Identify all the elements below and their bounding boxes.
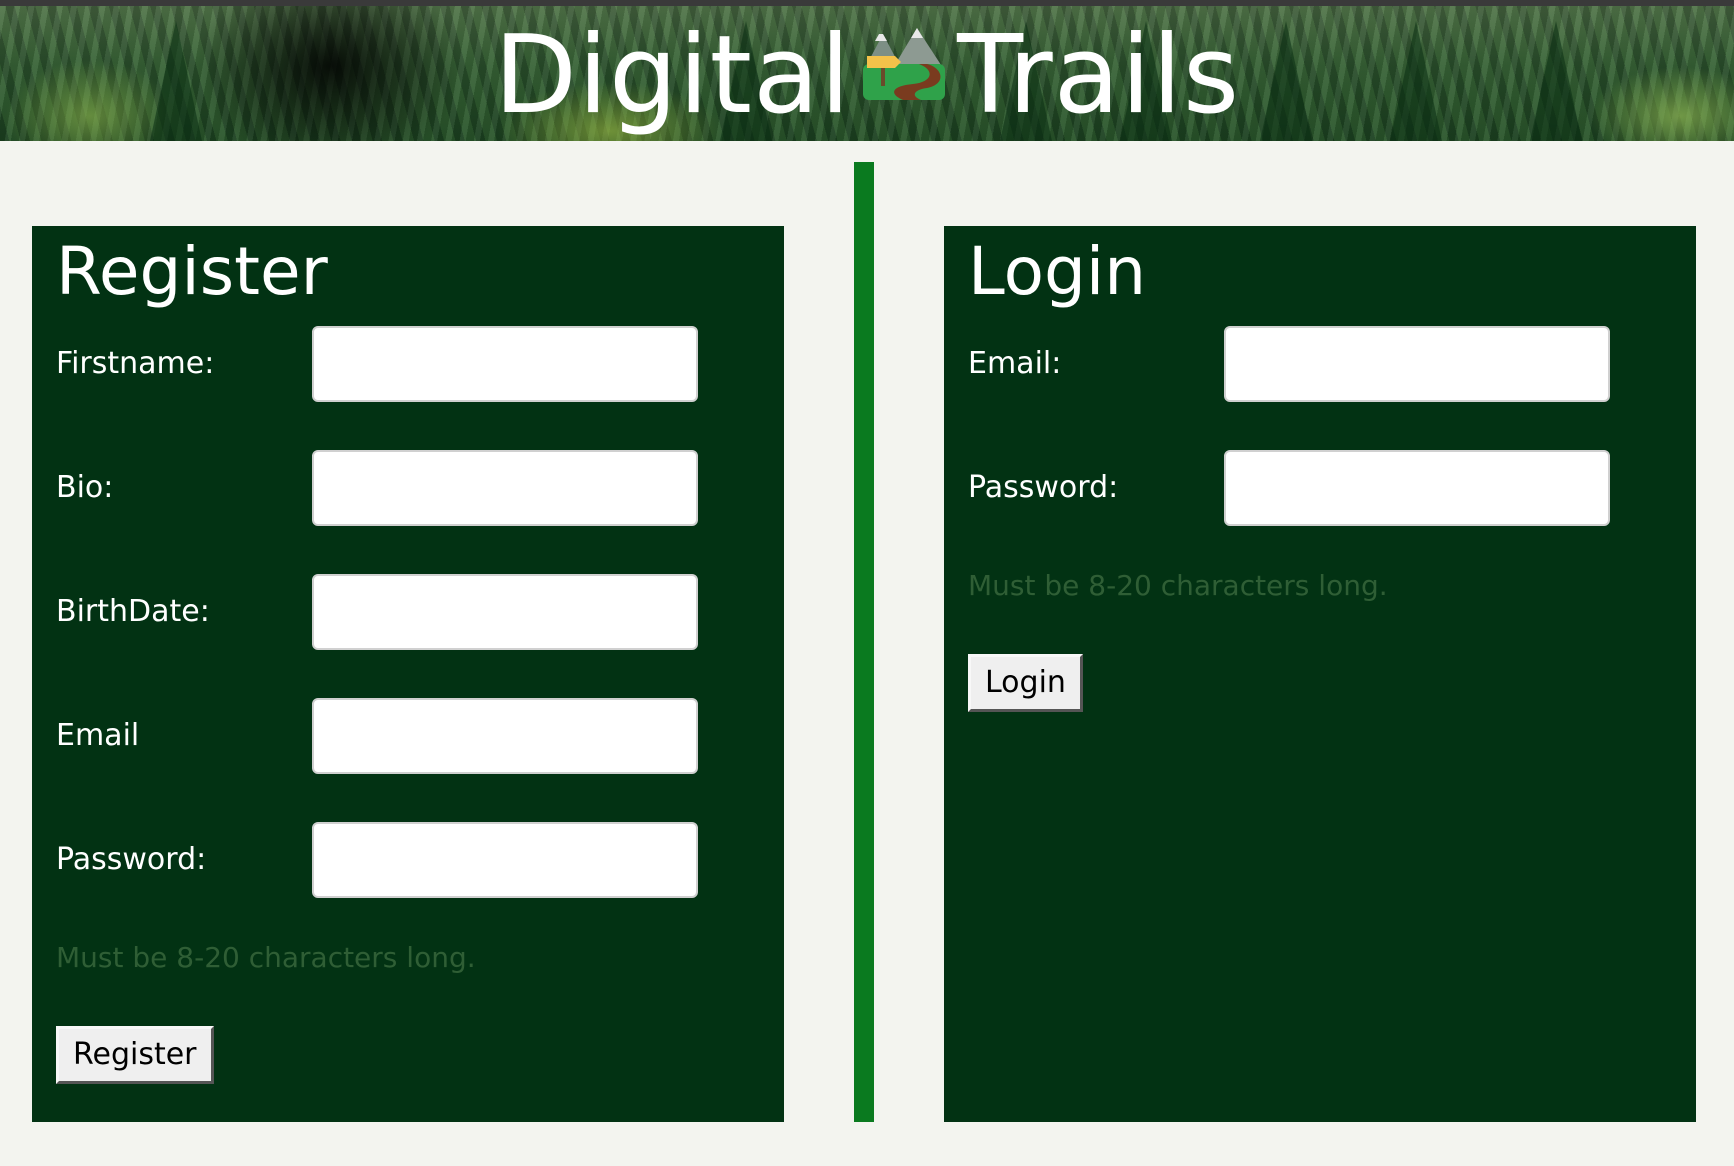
firstname-label: Firstname: (56, 346, 215, 381)
login-email-input[interactable] (1224, 326, 1610, 402)
login-email-row: Email: (968, 326, 1668, 402)
birthdate-label: BirthDate: (56, 594, 210, 629)
login-email-label: Email: (968, 346, 1062, 381)
section-divider (854, 162, 874, 1122)
login-password-input[interactable] (1224, 450, 1610, 526)
trail-sign-mountain-icon (861, 8, 947, 128)
bio-row: Bio: (56, 450, 756, 526)
register-password-label: Password: (56, 842, 207, 877)
birthdate-row: BirthDate: (56, 574, 756, 650)
register-email-row: Email (56, 698, 756, 774)
register-email-input[interactable] (312, 698, 698, 774)
bio-input[interactable] (312, 450, 698, 526)
register-password-input[interactable] (312, 822, 698, 898)
register-email-label: Email (56, 718, 140, 753)
login-button[interactable]: Login (968, 654, 1083, 712)
login-password-hint: Must be 8-20 characters long. (968, 569, 1388, 602)
firstname-row: Firstname: (56, 326, 756, 402)
register-button[interactable]: Register (56, 1026, 214, 1084)
register-password-row: Password: (56, 822, 756, 898)
header-banner: Digital Trails (0, 6, 1734, 141)
site-title-left: Digital (493, 13, 852, 138)
login-password-label: Password: (968, 470, 1119, 505)
register-password-hint: Must be 8-20 characters long. (56, 941, 476, 974)
login-heading: Login (968, 233, 1147, 310)
birthdate-input[interactable] (312, 574, 698, 650)
firstname-input[interactable] (312, 326, 698, 402)
login-password-row: Password: (968, 450, 1668, 526)
login-panel: Login Email: Password: Must be 8-20 char… (944, 226, 1696, 1122)
register-panel: Register Firstname: Bio: BirthDate: Emai… (32, 226, 784, 1122)
site-title: Digital Trails (0, 16, 1734, 141)
register-heading: Register (56, 233, 328, 310)
bio-label: Bio: (56, 470, 114, 505)
site-title-right: Trails (957, 13, 1241, 138)
